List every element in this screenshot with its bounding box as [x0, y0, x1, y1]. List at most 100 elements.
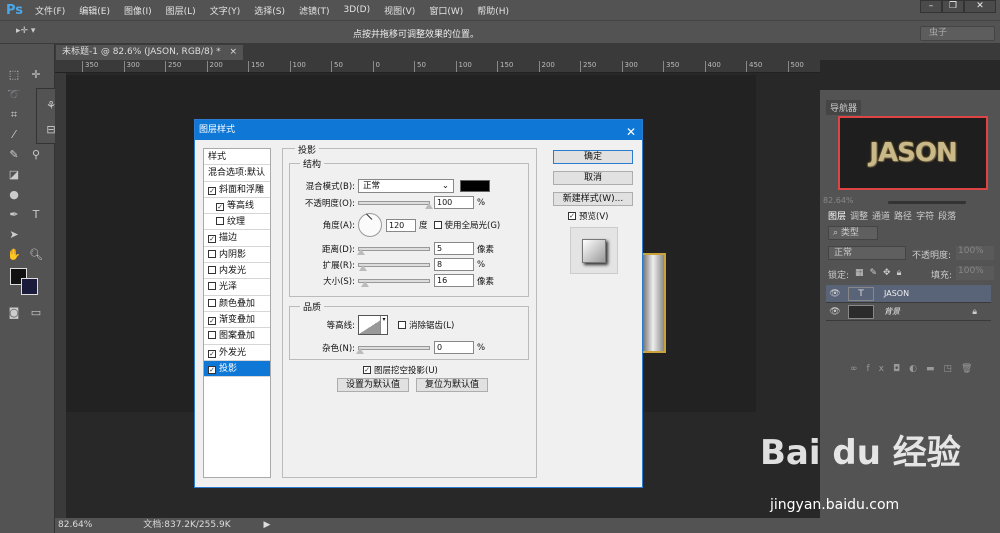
angle-dial[interactable] — [358, 213, 382, 237]
opacity-slider[interactable] — [358, 200, 433, 209]
visibility-eye-icon[interactable]: 👁︎ — [826, 307, 844, 317]
style-checkbox[interactable]: ✓ — [216, 202, 224, 211]
blending-options-item[interactable]: 混合选项:默认 — [204, 165, 270, 182]
new-style-button[interactable]: 新建样式(W)... — [553, 192, 633, 206]
navigator-zoom[interactable]: 82.64% — [823, 196, 854, 205]
style-checkbox[interactable]: ✓ — [208, 186, 216, 195]
stamp-tool-icon[interactable]: ⚲ — [28, 148, 44, 162]
background-color-swatch[interactable] — [21, 278, 38, 295]
status-menu-arrow-icon[interactable]: ▶ — [263, 520, 270, 530]
menu-image[interactable]: 图像(I) — [124, 4, 152, 17]
visibility-eye-icon[interactable]: 👁︎ — [826, 289, 844, 299]
style-checkbox[interactable] — [208, 298, 216, 307]
tab-layers[interactable]: 图层 — [828, 209, 846, 222]
style-item[interactable]: ✓ 斜面和浮雕 — [204, 182, 270, 198]
eyedropper-tool-icon[interactable]: ⁄ — [6, 128, 22, 142]
eraser-tool-icon[interactable]: ◪ — [6, 168, 22, 182]
style-item[interactable]: ✓ 等高线 — [204, 198, 270, 215]
contour-picker[interactable]: ▾ — [358, 315, 388, 335]
spread-input[interactable]: 8 — [434, 258, 474, 271]
style-item[interactable]: 图案叠加 — [204, 328, 270, 345]
move-tool-icon[interactable]: ✛ — [28, 68, 44, 82]
style-checkbox[interactable] — [208, 331, 216, 340]
layer-row-background[interactable]: 👁︎ 背景 🔒︎ — [826, 303, 991, 321]
layer-filter-select[interactable]: ⌕ 类型 — [828, 226, 878, 240]
minimize-button[interactable]: – — [920, 0, 942, 13]
contour-dropdown-icon[interactable]: ▾ — [380, 316, 387, 334]
style-checkbox[interactable]: ✓ — [208, 365, 216, 374]
reset-default-button[interactable]: 复位为默认值 — [416, 378, 488, 392]
tab-adjustments[interactable]: 调整 — [850, 209, 868, 222]
layer-row-jason[interactable]: 👁︎ T JASON — [826, 285, 991, 303]
style-item[interactable]: ✓ 投影 — [204, 360, 270, 378]
layer-actions-icons[interactable]: ∞fx◘◐▬◳🗑︎ — [850, 364, 981, 374]
tab-paragraph[interactable]: 段落 — [938, 209, 956, 222]
style-item[interactable]: 内发光 — [204, 263, 270, 280]
cancel-button[interactable]: 取消 — [553, 171, 633, 185]
menu-3d[interactable]: 3D(D) — [344, 5, 371, 15]
set-default-button[interactable]: 设置为默认值 — [337, 378, 409, 392]
menu-help[interactable]: 帮助(H) — [477, 4, 509, 17]
close-window-button[interactable]: ✕ — [964, 0, 996, 13]
navigator-tab[interactable]: 导航器 — [826, 100, 862, 115]
dialog-close-icon[interactable]: ✕ — [626, 122, 636, 142]
distance-input[interactable]: 5 — [434, 242, 474, 255]
menu-view[interactable]: 视图(V) — [384, 4, 415, 17]
noise-slider[interactable] — [356, 345, 430, 354]
style-item[interactable]: ✓ 渐变叠加 — [204, 312, 270, 329]
pen-tool-icon[interactable]: ✒ — [6, 208, 22, 222]
tab-close-icon[interactable]: × — [229, 47, 237, 57]
size-slider[interactable] — [358, 278, 430, 287]
styles-header[interactable]: 样式 — [204, 149, 270, 166]
menu-window[interactable]: 窗口(W) — [429, 4, 463, 17]
crop-tool-icon[interactable]: ⌗ — [6, 108, 22, 122]
style-item[interactable]: ✓ 描边 — [204, 230, 270, 247]
restore-button[interactable]: ❐ — [942, 0, 964, 13]
lock-icons[interactable]: ▦✎✥🔒︎ — [855, 268, 907, 278]
screen-mode-icon[interactable]: ▭ — [28, 306, 44, 320]
style-checkbox[interactable]: ✓ — [208, 349, 216, 358]
blend-mode-select[interactable]: 正常 ⌄ — [358, 179, 454, 193]
navigator-zoom-slider[interactable] — [888, 201, 966, 204]
style-item[interactable]: ✓ 外发光 — [204, 345, 270, 361]
menu-layer[interactable]: 图层(L) — [166, 4, 196, 17]
shadow-color-swatch[interactable] — [460, 180, 490, 192]
style-checkbox[interactable]: ✓ — [208, 316, 216, 325]
navigator-preview[interactable]: JASON — [838, 116, 988, 190]
opacity-input[interactable]: 100 — [434, 196, 474, 209]
fill-input[interactable]: 100% — [956, 266, 994, 280]
size-input[interactable]: 16 — [434, 274, 474, 287]
menu-file[interactable]: 文件(F) — [35, 4, 65, 17]
style-checkbox[interactable] — [216, 217, 224, 226]
document-tab[interactable]: 未标题-1 @ 82.6% (JASON, RGB/8) * × — [56, 45, 244, 60]
style-item[interactable]: 光泽 — [204, 279, 270, 296]
style-item[interactable]: 内阴影 — [204, 247, 270, 264]
status-zoom[interactable]: 82.64% — [58, 520, 92, 530]
angle-input[interactable]: 120 — [386, 218, 416, 232]
menu-type[interactable]: 文字(Y) — [210, 4, 241, 17]
move-tool-icon[interactable]: ▸✛ ▾ — [16, 26, 35, 36]
hand-tool-icon[interactable]: ✋ — [6, 248, 22, 262]
style-item[interactable]: 颜色叠加 — [204, 296, 270, 312]
zoom-tool-icon[interactable]: 🔍︎ — [28, 248, 44, 262]
spread-slider[interactable] — [358, 262, 430, 271]
tab-paths[interactable]: 路径 — [894, 209, 912, 222]
distance-slider[interactable] — [357, 246, 430, 255]
tab-character[interactable]: 字符 — [916, 209, 934, 222]
knockout-checkbox[interactable]: ✓ — [363, 366, 371, 374]
layer-blend-select[interactable]: 正常 — [828, 246, 906, 260]
noise-input[interactable]: 0 — [434, 341, 474, 354]
menu-select[interactable]: 选择(S) — [254, 4, 285, 17]
brush-tool-icon[interactable]: ✎ — [6, 148, 22, 162]
style-item[interactable]: 纹理 — [204, 214, 270, 231]
menu-edit[interactable]: 编辑(E) — [79, 4, 110, 17]
tab-channels[interactable]: 通道 — [872, 209, 890, 222]
type-tool-icon[interactable]: T — [28, 208, 44, 222]
global-light-checkbox[interactable] — [433, 221, 442, 229]
antialias-checkbox[interactable] — [398, 321, 406, 329]
style-checkbox[interactable] — [208, 266, 216, 275]
preview-checkbox[interactable]: ✓ — [568, 212, 576, 220]
workspace-select[interactable]: 虫子 — [920, 26, 995, 41]
dodge-tool-icon[interactable]: ● — [6, 188, 22, 202]
style-checkbox[interactable] — [208, 282, 216, 291]
